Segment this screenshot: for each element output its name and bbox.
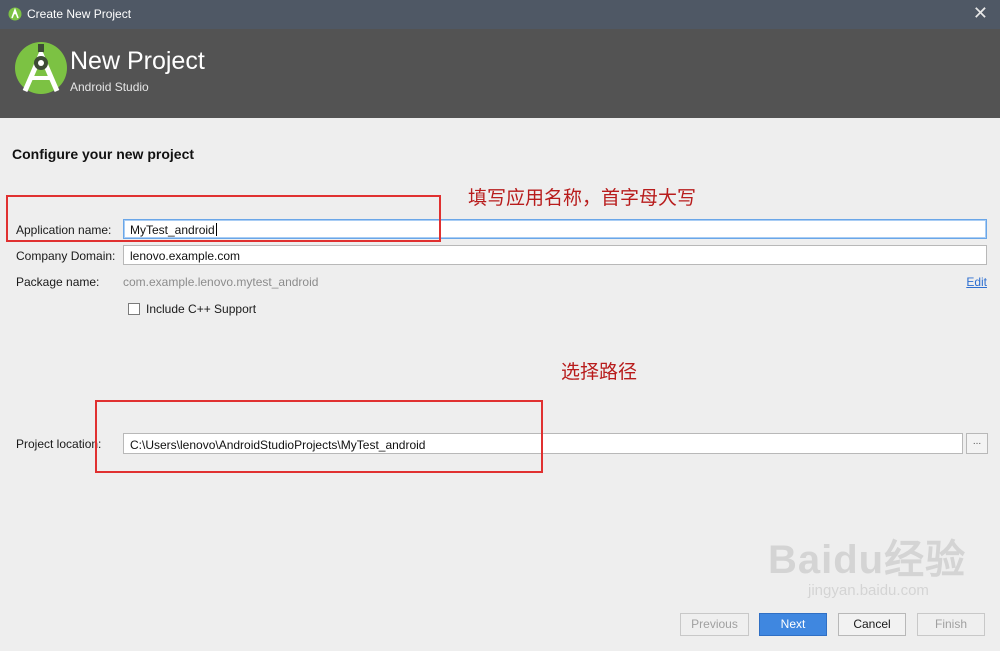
- package-name-value: com.example.lenovo.mytest_android: [123, 275, 319, 289]
- watermark-sub: jingyan.baidu.com: [808, 582, 929, 599]
- company-domain-input[interactable]: lenovo.example.com: [123, 245, 987, 265]
- cpp-support-checkbox-row[interactable]: Include C++ Support: [128, 302, 256, 316]
- project-location-label: Project location:: [16, 437, 102, 451]
- banner-subtitle: Android Studio: [70, 80, 149, 94]
- location-highlight-box: [95, 400, 543, 473]
- browse-location-button[interactable]: ...: [966, 433, 988, 454]
- finish-button[interactable]: Finish: [917, 613, 985, 636]
- package-name-label: Package name:: [16, 275, 100, 289]
- banner-title: New Project: [70, 47, 205, 75]
- baidu-watermark: Baidu经验 jingyan.baidu.com: [768, 538, 966, 600]
- cpp-support-checkbox[interactable]: [128, 303, 140, 315]
- next-button[interactable]: Next: [759, 613, 827, 636]
- edit-package-link[interactable]: Edit: [966, 275, 987, 289]
- location-annotation: 选择路径: [561, 361, 638, 383]
- company-domain-label: Company Domain:: [16, 249, 116, 263]
- company-domain-value: lenovo.example.com: [130, 249, 241, 263]
- cancel-button[interactable]: Cancel: [838, 613, 906, 636]
- close-icon[interactable]: ✕: [973, 3, 988, 23]
- watermark-main: Baidu经验: [768, 538, 967, 582]
- cpp-support-label: Include C++ Support: [146, 302, 257, 316]
- app-name-highlight-box: [6, 195, 441, 242]
- app-name-annotation: 填写应用名称，首字母大写: [468, 187, 697, 209]
- window-title: Create New Project: [27, 7, 132, 21]
- header-banner: New Project Android Studio: [0, 29, 1000, 118]
- android-studio-icon: [8, 7, 22, 21]
- page-title: Configure your new project: [12, 146, 195, 162]
- window-titlebar: Create New Project ✕: [0, 0, 1000, 29]
- previous-button[interactable]: Previous: [680, 613, 749, 636]
- android-studio-logo: [15, 42, 67, 94]
